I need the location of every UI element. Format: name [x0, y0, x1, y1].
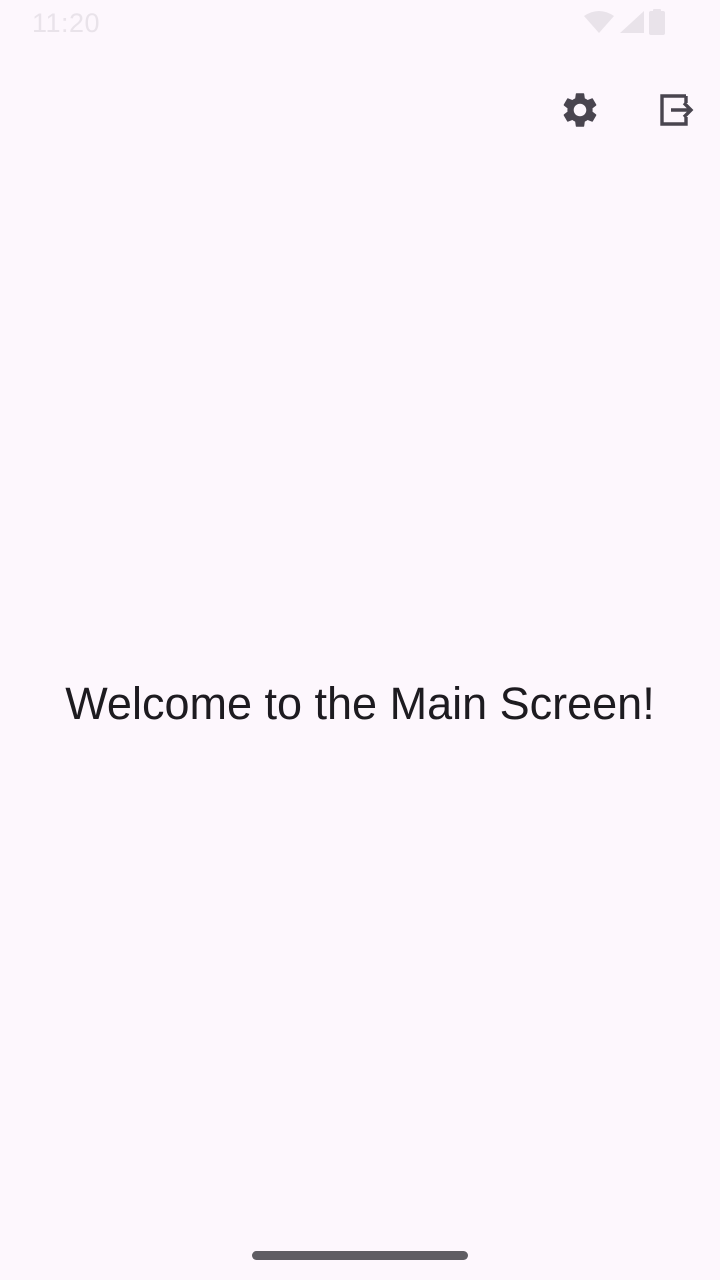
welcome-message: Welcome to the Main Screen!: [65, 678, 655, 729]
logout-button[interactable]: [648, 84, 704, 140]
gear-icon: [559, 89, 601, 136]
main-screen: 11:20 Welcome to the Main Screen!: [0, 0, 720, 1280]
status-bar: 11:20: [0, 0, 720, 48]
wifi-icon: [584, 10, 614, 39]
top-app-bar-actions: [552, 84, 704, 140]
battery-icon: [648, 8, 666, 40]
home-indicator[interactable]: [252, 1251, 468, 1260]
status-time: 11:20: [32, 8, 101, 38]
cellular-signal-icon: [618, 10, 644, 39]
logout-icon: [656, 90, 696, 135]
status-icons: [584, 8, 666, 40]
settings-button[interactable]: [552, 84, 608, 140]
